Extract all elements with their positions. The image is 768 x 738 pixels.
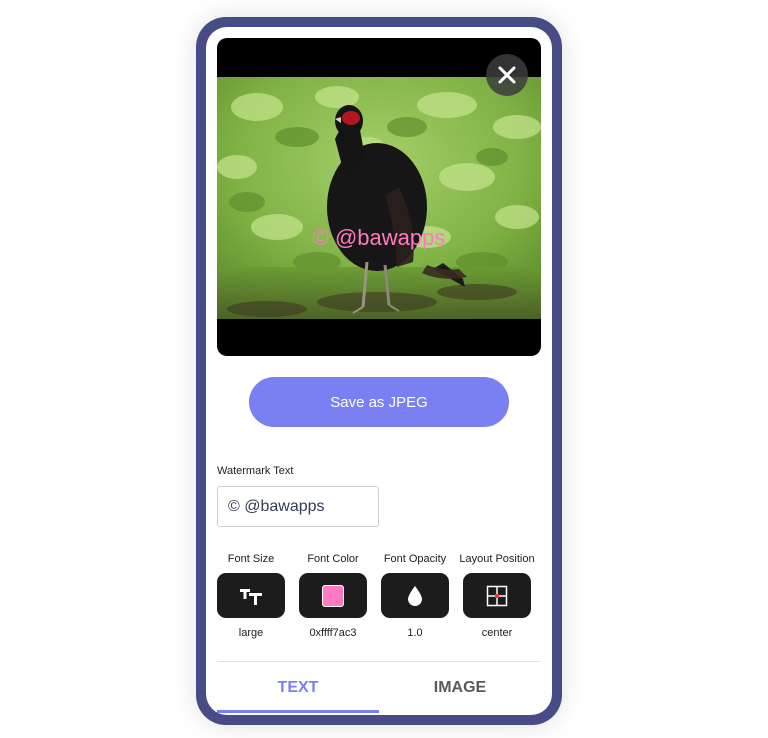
save-jpeg-button[interactable]: Save as JPEG bbox=[249, 377, 509, 427]
phone-frame: © @bawapps Save as JPEG Watermark Text F… bbox=[196, 17, 562, 725]
layout-position-label: Layout Position bbox=[459, 553, 535, 565]
tab-image[interactable]: IMAGE bbox=[379, 662, 541, 714]
font-size-label: Font Size bbox=[227, 553, 275, 565]
layout-position-control: Layout Position center bbox=[456, 551, 538, 640]
font-size-value: large bbox=[238, 627, 264, 639]
color-swatch-icon bbox=[322, 584, 344, 607]
photo: © @bawapps bbox=[217, 77, 541, 319]
font-color-control: Font Color 0xffff7ac3 bbox=[292, 551, 374, 640]
close-button[interactable] bbox=[486, 54, 528, 96]
text-size-icon bbox=[240, 588, 262, 605]
font-color-value: 0xffff7ac3 bbox=[309, 627, 357, 639]
font-size-button[interactable] bbox=[217, 573, 285, 618]
layout-position-value: center bbox=[481, 627, 513, 639]
watermark-overlay: © @bawapps bbox=[312, 225, 446, 250]
font-opacity-value: 1.0 bbox=[407, 627, 423, 639]
watermark-text-input[interactable] bbox=[217, 486, 379, 527]
font-size-control: Font Size large bbox=[210, 551, 292, 640]
font-opacity-button[interactable] bbox=[381, 573, 449, 618]
font-color-button[interactable] bbox=[299, 573, 367, 618]
image-preview: © @bawapps bbox=[217, 38, 541, 356]
grid-position-icon bbox=[486, 585, 508, 606]
page: © @bawapps Save as JPEG Watermark Text F… bbox=[0, 0, 768, 738]
font-opacity-control: Font Opacity 1.0 bbox=[374, 551, 456, 640]
layout-position-button[interactable] bbox=[463, 573, 531, 618]
pheasant-photo bbox=[217, 77, 541, 319]
tab-text[interactable]: TEXT bbox=[217, 662, 379, 714]
droplet-icon bbox=[408, 585, 422, 606]
app-screen: © @bawapps Save as JPEG Watermark Text F… bbox=[206, 27, 552, 715]
font-opacity-label: Font Opacity bbox=[383, 553, 447, 565]
font-color-label: Font Color bbox=[307, 553, 359, 565]
active-tab-indicator bbox=[217, 710, 379, 713]
watermark-text-label: Watermark Text bbox=[217, 465, 294, 477]
close-icon bbox=[498, 66, 516, 84]
